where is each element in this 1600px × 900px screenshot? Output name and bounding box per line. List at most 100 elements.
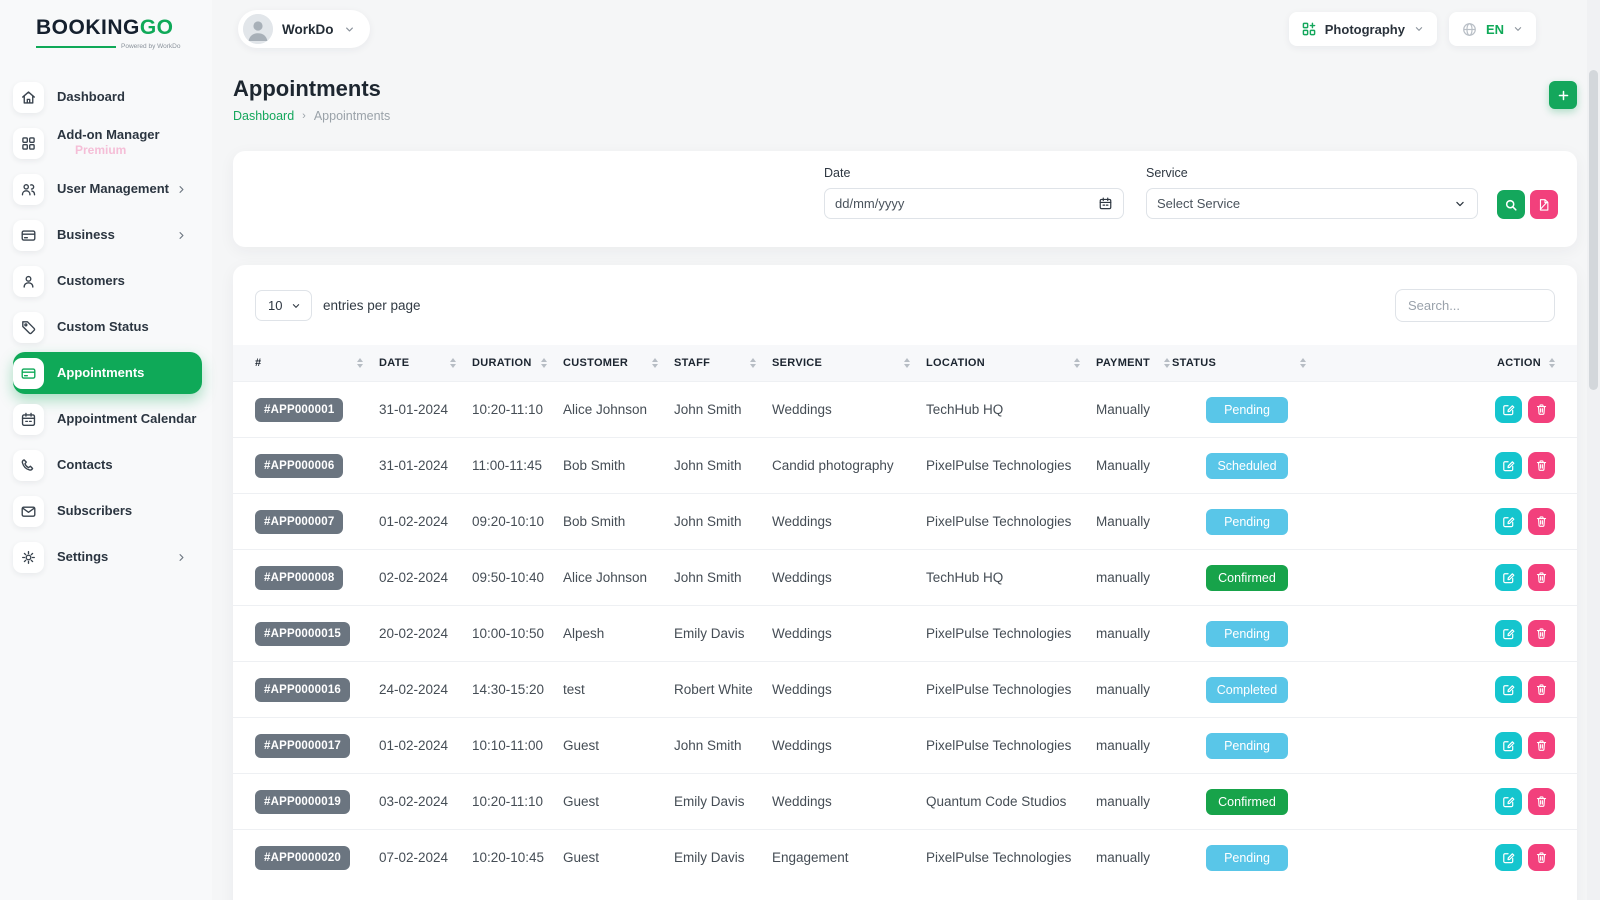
delete-button[interactable] <box>1528 564 1555 591</box>
service-filter-label: Service <box>1146 166 1478 180</box>
service-select[interactable]: Select Service <box>1146 188 1478 219</box>
cell-service: Candid photography <box>772 458 926 473</box>
appointment-id-badge: #APP0000016 <box>255 678 350 702</box>
page-scrollbar[interactable] <box>1587 0 1600 900</box>
column-header-duration[interactable]: DURATION <box>472 357 563 369</box>
add-appointment-button[interactable] <box>1549 81 1577 109</box>
status-badge: Pending <box>1206 397 1288 423</box>
delete-button[interactable] <box>1528 732 1555 759</box>
chevron-down-icon <box>290 300 302 312</box>
cell-staff: Emily Davis <box>674 626 772 641</box>
delete-button[interactable] <box>1528 676 1555 703</box>
status-badge: Confirmed <box>1206 565 1288 591</box>
sidebar-item-contacts[interactable]: Contacts <box>13 444 202 486</box>
workspace-name: WorkDo <box>282 22 334 37</box>
delete-button[interactable] <box>1528 508 1555 535</box>
sort-icon <box>1164 358 1170 368</box>
column-header-location[interactable]: LOCATION <box>926 357 1096 369</box>
edit-button[interactable] <box>1495 508 1522 535</box>
brand-name-primary: BOOKING <box>36 16 140 39</box>
column-header-payment[interactable]: PAYMENT <box>1096 357 1172 369</box>
cell-service: Weddings <box>772 682 926 697</box>
sidebar-item-label: Customers <box>57 274 125 289</box>
sidebar-item-subscribers[interactable]: Subscribers <box>13 490 202 532</box>
cell-date: 24-02-2024 <box>379 682 472 697</box>
breadcrumb-current: Appointments <box>314 109 390 123</box>
column-header-service[interactable]: SERVICE <box>772 357 926 369</box>
column-header-staff[interactable]: STAFF <box>674 357 772 369</box>
sidebar-item-appointments[interactable]: Appointments <box>13 352 202 394</box>
language-selector[interactable]: EN <box>1449 12 1536 46</box>
users-icon <box>13 174 44 205</box>
cell-duration: 10:10-11:00 <box>472 738 563 753</box>
edit-button[interactable] <box>1495 676 1522 703</box>
table-row: #APP000006 31-01-2024 11:00-11:45 Bob Sm… <box>233 437 1577 493</box>
table-header-row: # DATE DURATION CUSTOMER STAFF SERVICE L… <box>233 345 1577 381</box>
date-input[interactable] <box>835 196 1098 211</box>
sort-icon <box>1074 358 1080 368</box>
cell-duration: 14:30-15:20 <box>472 682 563 697</box>
status-badge: Scheduled <box>1206 453 1288 479</box>
service-select-value: Select Service <box>1157 196 1453 211</box>
chevron-right-icon <box>175 183 188 196</box>
sidebar-item-user-management[interactable]: User Management <box>13 168 202 210</box>
cell-payment: manually <box>1096 570 1172 585</box>
edit-button[interactable] <box>1495 564 1522 591</box>
column-header-customer[interactable]: CUSTOMER <box>563 357 674 369</box>
entries-per-page-select[interactable]: 10 <box>255 290 312 321</box>
table-row: #APP000008 02-02-2024 09:50-10:40 Alice … <box>233 549 1577 605</box>
edit-button[interactable] <box>1495 844 1522 871</box>
column-header-status[interactable]: STATUS <box>1172 357 1322 369</box>
sort-icon <box>652 358 658 368</box>
apply-filter-button[interactable] <box>1497 190 1525 219</box>
cell-customer: Guest <box>563 850 674 865</box>
sidebar-item-label: Settings <box>57 550 108 565</box>
sidebar-item-business[interactable]: Business <box>13 214 202 256</box>
delete-button[interactable] <box>1528 844 1555 871</box>
brand-name-secondary: GO <box>140 16 174 39</box>
table-search-input[interactable] <box>1395 289 1555 322</box>
page-title: Appointments <box>233 76 390 102</box>
workspace-switcher[interactable]: WorkDo <box>238 10 370 48</box>
sidebar-item-label: Custom Status <box>57 320 149 335</box>
sidebar-item-appointment-calendar[interactable]: Appointment Calendar <box>13 398 202 440</box>
cell-payment: Manually <box>1096 514 1172 529</box>
edit-button[interactable] <box>1495 620 1522 647</box>
delete-button[interactable] <box>1528 620 1555 647</box>
sidebar-item-addon-manager[interactable]: Add-on ManagerPremium <box>13 122 202 164</box>
edit-button[interactable] <box>1495 732 1522 759</box>
delete-button[interactable] <box>1528 396 1555 423</box>
cell-staff: John Smith <box>674 402 772 417</box>
status-badge: Completed <box>1206 677 1288 703</box>
sort-icon <box>541 358 547 368</box>
edit-button[interactable] <box>1495 396 1522 423</box>
delete-button[interactable] <box>1528 452 1555 479</box>
edit-button[interactable] <box>1495 788 1522 815</box>
chevron-right-icon <box>175 229 188 242</box>
sidebar-item-settings[interactable]: Settings <box>13 536 202 578</box>
cell-duration: 09:50-10:40 <box>472 570 563 585</box>
column-header-action[interactable]: ACTION <box>1467 357 1555 369</box>
cell-location: TechHub HQ <box>926 402 1096 417</box>
column-header-id[interactable]: # <box>255 357 379 369</box>
sidebar-item-customers[interactable]: Customers <box>13 260 202 302</box>
appointment-id-badge: #APP0000015 <box>255 622 350 646</box>
scrollbar-thumb[interactable] <box>1589 70 1598 390</box>
clear-filter-button[interactable] <box>1530 190 1558 219</box>
cell-service: Weddings <box>772 402 926 417</box>
calendar-icon[interactable] <box>1098 196 1113 211</box>
cell-duration: 10:20-11:10 <box>472 794 563 809</box>
breadcrumb-dashboard-link[interactable]: Dashboard <box>233 109 294 123</box>
business-selector[interactable]: Photography <box>1289 12 1437 46</box>
sidebar-item-dashboard[interactable]: Dashboard <box>13 76 202 118</box>
brand-logo[interactable]: BOOKINGGO Powered by WorkDo <box>0 0 212 50</box>
delete-button[interactable] <box>1528 788 1555 815</box>
cell-service: Weddings <box>772 626 926 641</box>
table-row: #APP0000019 03-02-2024 10:20-11:10 Guest… <box>233 773 1577 829</box>
cell-staff: John Smith <box>674 570 772 585</box>
cell-date: 01-02-2024 <box>379 514 472 529</box>
sidebar-item-custom-status[interactable]: Custom Status <box>13 306 202 348</box>
edit-button[interactable] <box>1495 452 1522 479</box>
cell-location: PixelPulse Technologies <box>926 738 1096 753</box>
column-header-date[interactable]: DATE <box>379 357 472 369</box>
